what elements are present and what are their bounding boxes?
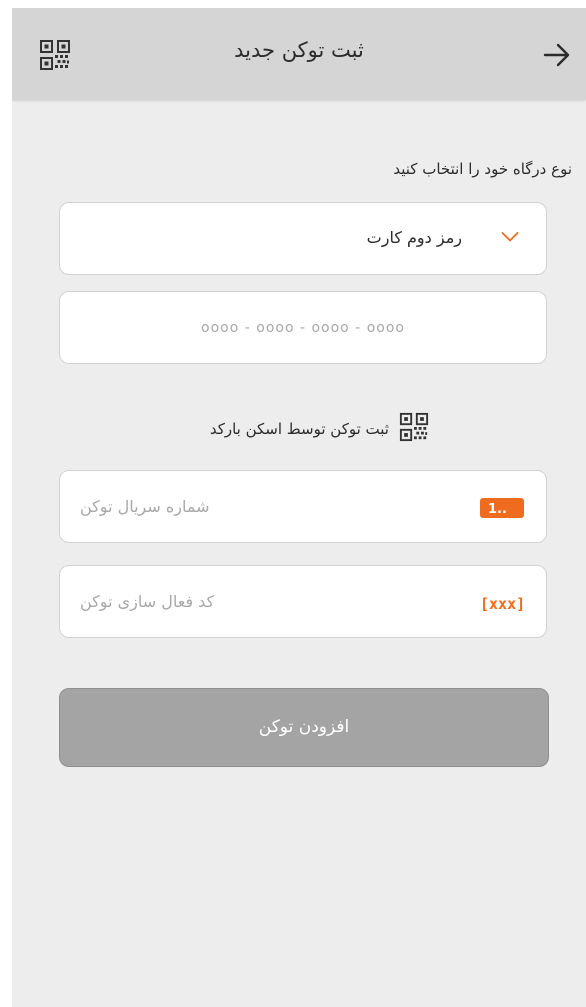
card-number-field <box>59 291 547 364</box>
scan-barcode-button[interactable]: ثبت توکن توسط اسکن بارکد <box>59 408 547 448</box>
serial-number-icon: 1.. <box>480 498 524 518</box>
qr-code-icon <box>399 412 429 442</box>
activation-code-field: [xxx] <box>59 565 547 638</box>
gateway-selected-value: رمز دوم کارت <box>366 228 462 247</box>
add-token-button[interactable]: افزودن توکن <box>59 688 549 767</box>
gateway-type-label: نوع درگاه خود را انتخاب کنید <box>393 160 572 178</box>
gateway-type-select[interactable]: رمز دوم کارت <box>59 202 547 275</box>
activation-code-input[interactable] <box>60 566 546 637</box>
serial-number-input[interactable] <box>60 471 546 542</box>
screen: ثبت توکن جدید نوع درگاه خود را انتخاب کن… <box>12 8 586 1007</box>
page-title: ثبت توکن جدید <box>234 38 364 62</box>
chevron-down-icon <box>501 232 519 242</box>
scan-barcode-label: ثبت توکن توسط اسکن بارکد <box>209 420 389 438</box>
svg-text:[xxx]: [xxx] <box>480 595 524 613</box>
svg-text:1..: 1.. <box>488 502 507 517</box>
card-number-input[interactable] <box>60 292 546 363</box>
activation-code-icon: [xxx] <box>480 595 524 613</box>
arrow-right-icon[interactable] <box>542 40 572 70</box>
serial-number-field: 1.. <box>59 470 547 543</box>
app-bar: ثبت توکن جدید <box>12 8 586 100</box>
